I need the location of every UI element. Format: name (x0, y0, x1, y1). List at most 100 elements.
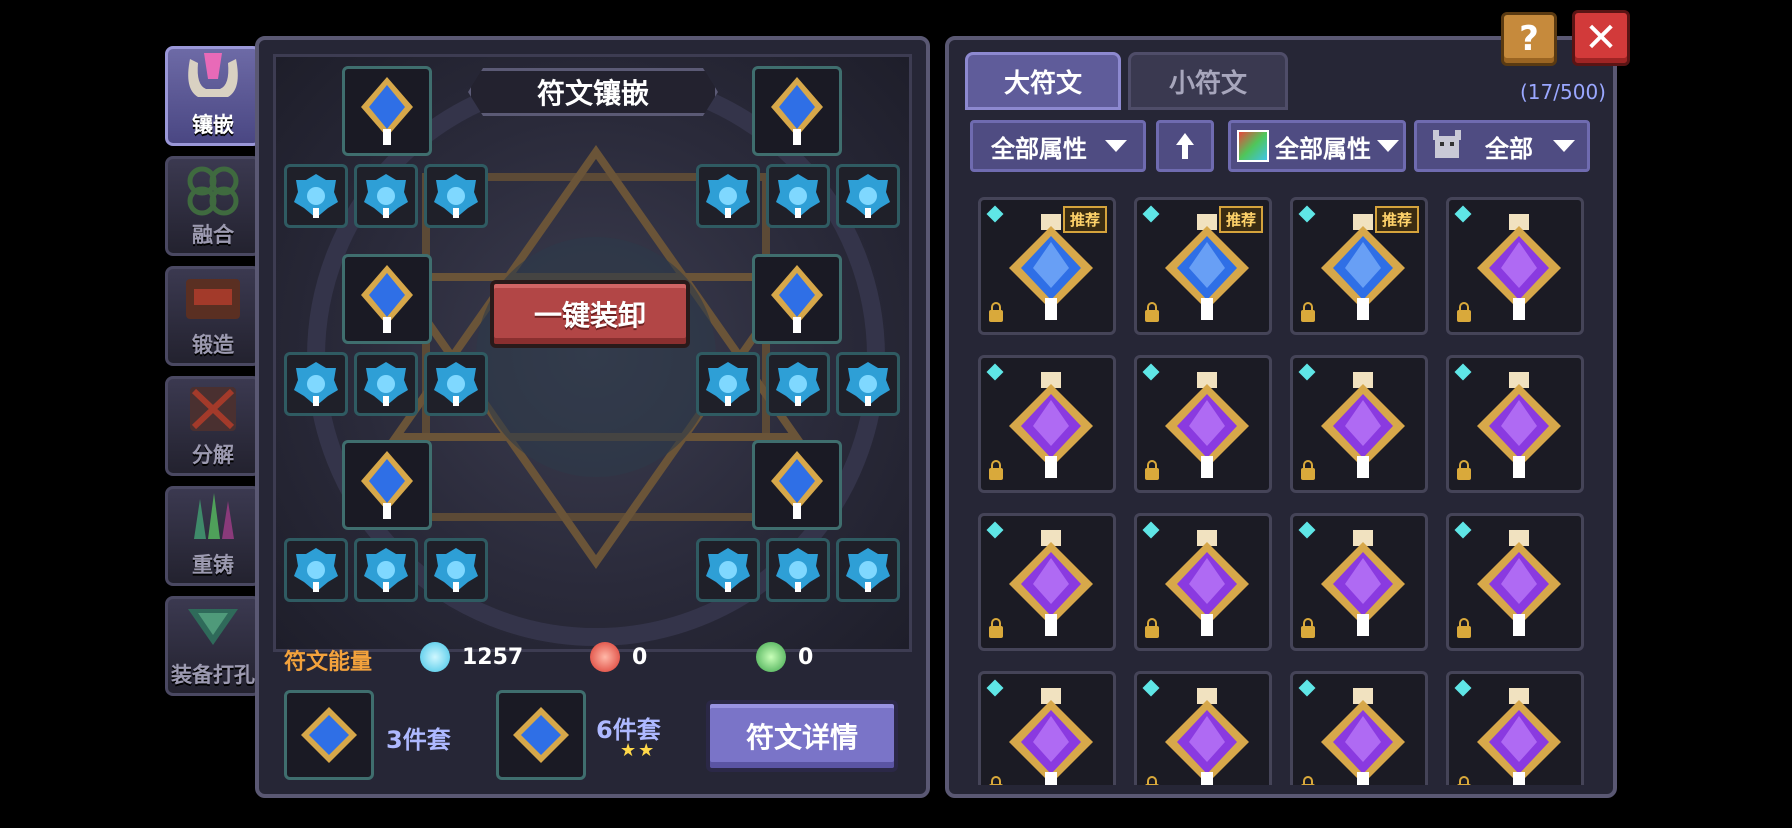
side-tab-fuse[interactable]: 融合 (165, 156, 261, 256)
green-leaf-icon (756, 642, 786, 672)
small-rune-slot[interactable] (766, 538, 830, 602)
set-3-label: 3件套 (386, 726, 451, 754)
rune-item[interactable] (1290, 671, 1428, 785)
big-rune-slot[interactable] (752, 66, 842, 156)
purple-rune-icon (1321, 530, 1405, 636)
big-rune-slot[interactable] (752, 440, 842, 530)
purple-rune-icon (1477, 214, 1561, 320)
recast-icon (194, 493, 234, 539)
side-tab-label: 镶嵌 (192, 113, 234, 137)
lock-icon (989, 618, 1003, 638)
small-rune-slot[interactable] (766, 164, 830, 228)
small-rune-slot[interactable] (354, 352, 418, 416)
small-rune-slot[interactable] (284, 352, 348, 416)
fuse-icon (187, 166, 239, 216)
rune-item[interactable] (978, 355, 1116, 493)
rune-item[interactable]: 推荐 (978, 197, 1116, 335)
rune-item[interactable] (1446, 355, 1584, 493)
small-rune-slot[interactable] (284, 538, 348, 602)
chevron-down-icon (1377, 140, 1399, 152)
rune-item[interactable] (1446, 671, 1584, 785)
rune-item[interactable]: 推荐 (1134, 197, 1272, 335)
lock-icon (1301, 460, 1315, 480)
rune-item[interactable] (1446, 197, 1584, 335)
rune-item[interactable] (1290, 513, 1428, 651)
rainbow-icon (1237, 130, 1269, 162)
lock-icon (1145, 776, 1159, 785)
lock-icon (989, 776, 1003, 785)
big-rune-slot[interactable] (342, 440, 432, 530)
rune-item[interactable] (1134, 355, 1272, 493)
unequip-all-button[interactable]: 一键装卸 (490, 280, 690, 348)
rune-item[interactable] (1134, 671, 1272, 785)
small-rune-slot[interactable] (696, 538, 760, 602)
close-button[interactable]: ✕ (1572, 10, 1630, 66)
side-tab-recast[interactable]: 重铸 (165, 486, 261, 586)
sort-button[interactable] (1156, 120, 1214, 172)
big-rune-slot[interactable] (342, 66, 432, 156)
small-rune-slot[interactable] (766, 352, 830, 416)
small-rune-icon (294, 174, 338, 218)
rune-item[interactable] (1134, 513, 1272, 651)
small-rune-icon (294, 548, 338, 592)
socket-icon (188, 609, 238, 645)
small-rune-slot[interactable] (424, 538, 488, 602)
pet-icon (1433, 130, 1461, 158)
recommended-badge: 推荐 (1218, 206, 1263, 233)
small-rune-slot[interactable] (836, 164, 900, 228)
big-rune-slot[interactable] (342, 254, 432, 344)
tab-big-rune[interactable]: 大符文 (965, 52, 1121, 110)
blue-rune-icon (771, 451, 823, 519)
rune-item[interactable] (1446, 513, 1584, 651)
lock-icon (1145, 618, 1159, 638)
small-rune-slot[interactable] (354, 164, 418, 228)
energy-value: 1257 (462, 644, 524, 670)
lock-icon (1145, 460, 1159, 480)
color-attribute-filter[interactable]: 全部属性 (1228, 120, 1406, 172)
purple-rune-icon (1477, 530, 1561, 636)
set-bonus-slot[interactable] (496, 690, 586, 780)
small-rune-slot[interactable] (696, 164, 760, 228)
lock-icon (1145, 302, 1159, 322)
small-rune-icon (846, 362, 890, 406)
small-rune-slot[interactable] (696, 352, 760, 416)
red-flame-icon (590, 642, 620, 672)
purple-rune-icon (1321, 372, 1405, 478)
energy-value: 0 (798, 644, 814, 670)
set-6-stars: ★★ (620, 740, 657, 761)
big-rune-slot[interactable] (752, 254, 842, 344)
lock-icon (1457, 776, 1471, 785)
small-rune-icon (706, 362, 750, 406)
rune-item[interactable] (978, 513, 1116, 651)
type-filter[interactable]: 全部 (1414, 120, 1590, 172)
rune-item[interactable] (978, 671, 1116, 785)
attribute-filter[interactable]: 全部属性 (970, 120, 1146, 172)
rune-item[interactable]: 推荐 (1290, 197, 1428, 335)
side-tab-socket[interactable]: 装备打孔 (165, 596, 261, 696)
small-rune-slot[interactable] (354, 538, 418, 602)
rune-detail-button[interactable]: 符文详情 (706, 700, 898, 772)
rune-item[interactable] (1290, 355, 1428, 493)
small-rune-icon (364, 548, 408, 592)
small-rune-slot[interactable] (424, 352, 488, 416)
side-tab-inlay[interactable]: 镶嵌 (165, 46, 261, 146)
small-rune-icon (776, 174, 820, 218)
purple-rune-icon (1165, 530, 1249, 636)
small-rune-slot[interactable] (284, 164, 348, 228)
side-tab-forge[interactable]: 锻造 (165, 266, 261, 366)
set-bonus-slot[interactable] (284, 690, 374, 780)
purple-rune-icon (1165, 688, 1249, 785)
lock-icon (1301, 776, 1315, 785)
blue-rune-icon (513, 707, 569, 763)
help-button[interactable]: ? (1501, 12, 1557, 66)
tab-small-rune[interactable]: 小符文 (1128, 52, 1288, 110)
lock-icon (1301, 618, 1315, 638)
small-rune-slot[interactable] (836, 352, 900, 416)
recommended-badge: 推荐 (1374, 206, 1419, 233)
purple-rune-icon (1321, 688, 1405, 785)
small-rune-slot[interactable] (836, 538, 900, 602)
small-rune-slot[interactable] (424, 164, 488, 228)
blue-rune-icon (771, 77, 823, 145)
side-tab-dismantle[interactable]: 分解 (165, 376, 261, 476)
blue-rune-icon (771, 265, 823, 333)
